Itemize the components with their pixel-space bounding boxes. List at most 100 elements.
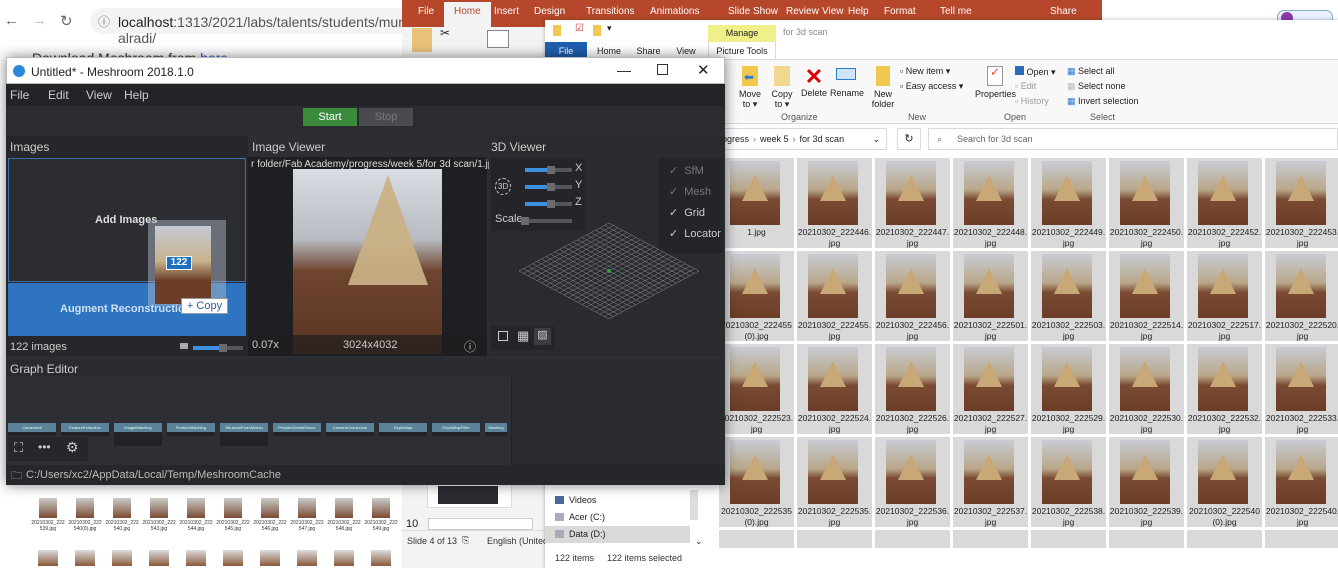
address-bar[interactable]: ogress › week 5 › for 3d scan ⌄: [717, 128, 887, 150]
menu-help[interactable]: Help: [124, 88, 149, 102]
forward-icon[interactable]: →: [32, 12, 47, 29]
graph-node[interactable]: CameraConnection: [326, 423, 374, 432]
file-item[interactable]: 20210302_222535. jpg: [797, 437, 872, 527]
graph-node[interactable]: DepthMapFilter: [432, 423, 480, 432]
file-item[interactable]: 20210302_222456. jpg: [875, 251, 950, 341]
breadcrumb-item[interactable]: week 5: [760, 134, 789, 144]
file-item[interactable]: 20210302_222455 (0).jpg: [719, 251, 794, 341]
file-item[interactable]: 20210302_222523. jpg: [719, 344, 794, 434]
ppt-tab-transitions[interactable]: Transitions: [586, 6, 635, 17]
history-button[interactable]: ▫ History: [1015, 96, 1049, 106]
qat-dropdown-icon[interactable]: ▾: [607, 23, 612, 34]
axis-y-slider[interactable]: [525, 183, 572, 191]
menu-edit[interactable]: Edit: [48, 88, 69, 102]
file-item[interactable]: 20210302_222517. jpg: [1187, 251, 1262, 341]
delete-button[interactable]: ✕ Delete: [799, 66, 829, 99]
select-none-button[interactable]: ▦ Select none: [1067, 81, 1126, 92]
close-button[interactable]: ✕: [697, 61, 710, 79]
file-item[interactable]: 20210302_222449. jpg: [1031, 158, 1106, 248]
file-item[interactable]: 20210302_222532. jpg: [1187, 344, 1262, 434]
axis-x-slider[interactable]: [525, 166, 572, 174]
file-item-partial[interactable]: [1109, 530, 1184, 548]
ppt-tab-share[interactable]: Share: [1050, 6, 1077, 17]
graph-node[interactable]: FeatureExtraction: [61, 423, 109, 432]
back-icon[interactable]: ←: [4, 12, 19, 29]
ppt-tab-format[interactable]: Format: [884, 6, 916, 17]
nav-item[interactable]: Videos: [545, 492, 690, 509]
layer-toggle-grid[interactable]: ✓ Grid: [669, 206, 705, 219]
file-item[interactable]: 20210302_222446. jpg: [797, 158, 872, 248]
fit-view-icon[interactable]: ⛶: [14, 440, 23, 456]
minimize-button[interactable]: —: [617, 62, 631, 78]
manage-tab[interactable]: Manage: [708, 25, 776, 42]
file-item-partial[interactable]: [875, 530, 950, 548]
solid-mode-icon[interactable]: [498, 331, 508, 341]
maximize-button[interactable]: [657, 64, 668, 75]
file-item-partial[interactable]: [1265, 530, 1338, 548]
stop-button[interactable]: Stop: [359, 108, 413, 126]
file-item[interactable]: 1.jpg: [719, 158, 794, 248]
easy-access-button[interactable]: ▫ Easy access ▾: [900, 81, 963, 92]
file-item[interactable]: 20210302_222448. jpg: [953, 158, 1028, 248]
file-item[interactable]: 20210302_222501. jpg: [953, 251, 1028, 341]
graph-node[interactable]: PrepareDenseScene: [273, 423, 321, 432]
select-all-button[interactable]: ▦ Select all: [1067, 66, 1115, 77]
move-to-button[interactable]: ⬅ Move to ▾: [735, 66, 765, 109]
3d-orbit-icon[interactable]: 3D: [495, 178, 512, 195]
file-item[interactable]: 20210302_222527. jpg: [953, 344, 1028, 434]
ppt-tab-tell-me[interactable]: Tell me: [940, 6, 972, 17]
file-item[interactable]: 20210302_222538. jpg: [1031, 437, 1106, 527]
language-status[interactable]: English (United: [487, 536, 548, 546]
folder-icon[interactable]: 🗀: [11, 467, 22, 486]
copy-to-button[interactable]: Copy to ▾: [767, 66, 797, 109]
file-item[interactable]: 20210302_222452. jpg: [1187, 158, 1262, 248]
new-item-button[interactable]: ▫ New item ▾: [900, 66, 950, 77]
layer-toggle-mesh[interactable]: ✓ Mesh: [669, 185, 711, 198]
ppt-tab-design[interactable]: Design: [534, 6, 565, 17]
graph-node[interactable]: DepthMap: [379, 423, 427, 432]
file-item-partial[interactable]: [953, 530, 1028, 548]
spellcheck-icon[interactable]: ⎘: [462, 535, 469, 546]
notes-box[interactable]: [428, 518, 533, 530]
invert-selection-button[interactable]: ▦ Invert selection: [1067, 96, 1139, 107]
ppt-tab-review[interactable]: Review: [786, 6, 819, 17]
scroll-down-icon[interactable]: ⌄: [695, 536, 703, 547]
start-button[interactable]: Start: [303, 108, 357, 126]
image-viewer[interactable]: r folder/Fab Academy/progress/week 5/for…: [248, 157, 499, 356]
file-item[interactable]: 20210302_222450. jpg: [1109, 158, 1184, 248]
ppt-tab-animations[interactable]: Animations: [650, 6, 699, 17]
file-item[interactable]: 20210302_222514. jpg: [1109, 251, 1184, 341]
ppt-tab-home[interactable]: Home: [444, 2, 491, 27]
cut-icon[interactable]: ✂: [440, 26, 450, 40]
nav-item[interactable]: Data (D:): [545, 526, 690, 543]
ppt-tab-insert[interactable]: Insert: [494, 6, 519, 17]
rename-button[interactable]: Rename: [830, 66, 864, 98]
ppt-tab-slide-show[interactable]: Slide Show: [728, 6, 778, 17]
properties-qat-icon[interactable]: ☑: [575, 23, 584, 34]
layout-icon[interactable]: •••: [38, 440, 51, 454]
info-icon[interactable]: ⓘ: [464, 338, 476, 355]
file-item[interactable]: 20210302_222526. jpg: [875, 344, 950, 434]
nav-item[interactable]: Acer (C:): [545, 509, 690, 526]
reload-icon[interactable]: ↻: [60, 12, 73, 30]
settings-gear-icon[interactable]: ⚙: [66, 439, 79, 456]
breadcrumb-item[interactable]: for 3d scan: [800, 134, 845, 144]
open-button[interactable]: Open ▾: [1015, 66, 1056, 78]
file-item-partial[interactable]: [1031, 530, 1106, 548]
chevron-down-icon[interactable]: ⌄: [872, 129, 880, 149]
file-item[interactable]: 20210302_222455. jpg: [797, 251, 872, 341]
paste-icon[interactable]: [412, 28, 432, 52]
graph-node[interactable]: CameraInit: [8, 423, 56, 432]
file-item-partial[interactable]: [1187, 530, 1262, 548]
ppt-tab-view[interactable]: View: [822, 6, 844, 17]
file-item[interactable]: 20210302_222530. jpg: [1109, 344, 1184, 434]
ppt-tab-file[interactable]: File: [418, 6, 434, 17]
ppt-tab-help[interactable]: Help: [848, 6, 869, 17]
graph-node[interactable]: StructureFromMotion: [220, 423, 268, 432]
file-item[interactable]: 20210302_222520. jpg: [1265, 251, 1338, 341]
file-item[interactable]: 20210302_222503. jpg: [1031, 251, 1106, 341]
edit-button[interactable]: ▫ Edit: [1015, 81, 1036, 91]
file-item[interactable]: 20210302_222533. jpg: [1265, 344, 1338, 434]
file-item[interactable]: 20210302_222524. jpg: [797, 344, 872, 434]
wireframe-mode-icon[interactable]: ▦: [517, 328, 529, 344]
